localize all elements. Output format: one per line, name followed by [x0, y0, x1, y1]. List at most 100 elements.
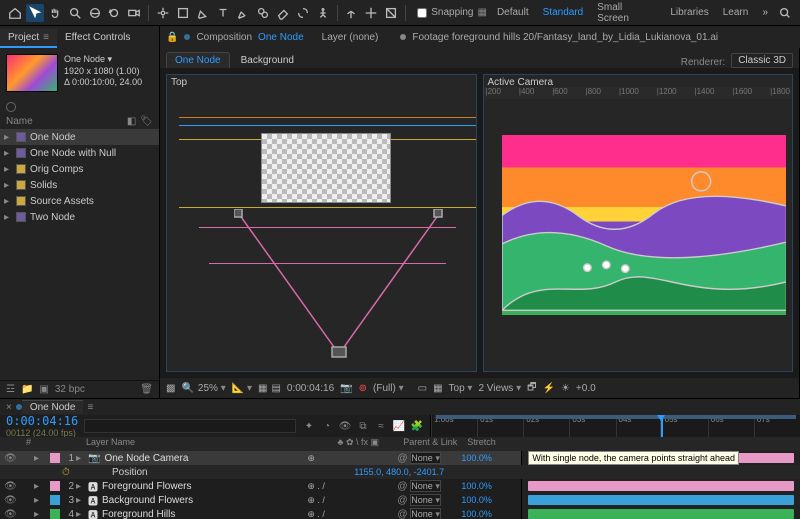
time-ruler[interactable]: 1:00s01s02s03s04s05s06s07s — [431, 415, 800, 437]
transparency-icon[interactable]: ▦ — [433, 383, 442, 394]
tl-shy-icon[interactable]: 👁 — [338, 419, 352, 433]
region-icon[interactable]: ▭ — [418, 383, 427, 394]
tab-project[interactable]: Project≡ — [0, 29, 57, 48]
project-item[interactable]: ▸Source Assets — [0, 193, 159, 209]
hand-tool-icon[interactable] — [46, 4, 64, 22]
work-area[interactable] — [435, 415, 797, 419]
tl-comp-flowchart-icon[interactable]: ✦ — [302, 419, 316, 433]
renderer-dropdown[interactable]: Classic 3D — [731, 53, 793, 68]
visibility-icon[interactable]: 👁 — [4, 495, 17, 506]
shape-tool-icon[interactable] — [174, 4, 192, 22]
zoom-dropdown[interactable]: 25% — [198, 383, 226, 394]
layer-row[interactable]: 👁 ▸ 4 ▸🅰Foreground Hills ⊕ . / @ None 10… — [0, 507, 800, 519]
parent-dropdown[interactable]: None — [410, 494, 441, 506]
view-dropdown[interactable]: Top — [449, 383, 473, 394]
axis-local-icon[interactable] — [343, 4, 361, 22]
guides-icon[interactable]: ▤ — [271, 383, 280, 394]
text-tool-icon[interactable] — [214, 4, 232, 22]
brush-tool-icon[interactable] — [234, 4, 252, 22]
col-parent[interactable]: Parent & Link — [403, 437, 467, 451]
project-item[interactable]: ▸Solids — [0, 177, 159, 193]
camera-tool-icon[interactable] — [125, 4, 143, 22]
pickwhip-icon[interactable]: @ — [397, 495, 407, 506]
new-comp-icon[interactable]: ▣ — [39, 384, 48, 395]
workspace-learn[interactable]: Learn — [717, 5, 755, 20]
label-swatch[interactable] — [50, 495, 60, 505]
viewport-active-camera[interactable]: Active Camera |200|400|600|800|1000|1200… — [483, 74, 794, 372]
snapshot-icon[interactable]: 📷 — [340, 383, 352, 394]
alpha-icon[interactable]: ▩ — [166, 383, 175, 394]
new-folder-icon[interactable]: 📁 — [21, 384, 33, 395]
label-swatch[interactable] — [50, 481, 60, 491]
workspace-small[interactable]: Small Screen — [591, 0, 662, 26]
magnify-icon[interactable]: 🔍 — [181, 383, 193, 394]
col-stretch[interactable]: Stretch — [467, 437, 527, 451]
res-dropdown[interactable]: (Full) — [373, 383, 404, 394]
snapping-toggle[interactable]: Snapping ▦ — [417, 7, 487, 18]
workspace-libraries[interactable]: Libraries — [664, 5, 714, 20]
tl-moblur-icon[interactable]: ≈ — [374, 419, 388, 433]
project-comp-name[interactable]: One Node ▾ — [64, 54, 153, 66]
exposure-icon[interactable]: ☀ — [561, 383, 570, 394]
project-item[interactable]: ▸Two Node — [0, 209, 159, 225]
project-list[interactable]: ▸One Node▸One Node with Null▸Orig Comps▸… — [0, 129, 159, 380]
pickwhip-icon[interactable]: @ — [397, 481, 407, 492]
project-col-label-icon[interactable]: 🏷 — [140, 116, 153, 127]
project-item[interactable]: ▸One Node with Null — [0, 145, 159, 161]
visibility-icon[interactable]: 👁 — [4, 453, 17, 464]
label-swatch[interactable] — [50, 453, 60, 463]
lock-icon[interactable]: 🔒 — [166, 32, 178, 43]
tl-graph-icon[interactable]: 📈 — [392, 419, 406, 433]
project-item[interactable]: ▸One Node — [0, 129, 159, 145]
pickwhip-icon[interactable]: @ — [397, 509, 407, 519]
property-row[interactable]: ⏱ Position 1155.0, 480.0, -2401.7 — [0, 465, 800, 479]
grid-icon[interactable]: ▦ — [258, 383, 267, 394]
selection-tool-icon[interactable] — [26, 4, 44, 22]
res-half-icon[interactable]: 📐 — [232, 383, 252, 394]
eraser-tool-icon[interactable] — [274, 4, 292, 22]
label-swatch[interactable] — [50, 509, 60, 519]
project-search-icon[interactable] — [6, 102, 16, 112]
preview-time[interactable]: 0:00:04:16 — [287, 383, 334, 394]
visibility-icon[interactable]: 👁 — [4, 481, 17, 492]
bpc-label[interactable]: 32 bpc — [55, 384, 85, 395]
clone-tool-icon[interactable] — [254, 4, 272, 22]
visibility-icon[interactable]: 👁 — [4, 509, 17, 519]
tab-effect-controls[interactable]: Effect Controls — [57, 29, 138, 48]
keyframe-stopwatch-icon[interactable]: ⏱ — [62, 467, 72, 478]
axis-world-icon[interactable] — [362, 4, 380, 22]
axis-view-icon[interactable] — [382, 4, 400, 22]
current-timecode[interactable]: 0:00:04:16 — [6, 414, 78, 428]
tl-brainstorm-icon[interactable]: 🧩 — [410, 419, 424, 433]
project-item[interactable]: ▸Orig Comps — [0, 161, 159, 177]
search-help-icon[interactable] — [776, 4, 794, 22]
project-col-type-icon[interactable]: ◧ — [127, 116, 136, 127]
channel-icon[interactable]: ⊚ — [359, 383, 367, 394]
timeline-search-input[interactable] — [84, 419, 296, 433]
layer-row[interactable]: 👁 ▸ 1 ▸📷One Node Camera ⊕ @ None 100.0% … — [0, 451, 800, 465]
fast-preview-icon[interactable]: ⚡ — [543, 383, 555, 394]
layer-row[interactable]: 👁 ▸ 2 ▸🅰Foreground Flowers ⊕ . / @ None … — [0, 479, 800, 493]
anchor-tool-icon[interactable] — [154, 4, 172, 22]
tl-frameblend-icon[interactable]: ⧉ — [356, 419, 370, 433]
workspace-standard[interactable]: Standard — [537, 5, 590, 20]
exposure-value[interactable]: +0.0 — [576, 383, 596, 394]
parent-dropdown[interactable]: None — [410, 480, 441, 492]
layer-row[interactable]: 👁 ▸ 3 ▸🅰Background Flowers ⊕ . / @ None … — [0, 493, 800, 507]
col-layer-name[interactable]: Layer Name — [86, 437, 313, 451]
current-time-indicator[interactable] — [660, 415, 663, 437]
view-tab-onenode[interactable]: One Node — [166, 52, 230, 68]
zoom-tool-icon[interactable] — [66, 4, 84, 22]
trash-icon[interactable]: 🗑 — [140, 384, 153, 395]
timeline-rows[interactable]: 👁 ▸ 1 ▸📷One Node Camera ⊕ @ None 100.0% … — [0, 451, 800, 519]
rotate-tool-icon[interactable] — [106, 4, 124, 22]
viewport-top[interactable]: Top — [166, 74, 477, 372]
orbit-tool-icon[interactable] — [86, 4, 104, 22]
view-tab-background[interactable]: Background — [232, 52, 303, 68]
col-switches[interactable]: ♣ ✿ \ fx ▣ — [313, 437, 403, 451]
workspace-default[interactable]: Default — [491, 5, 535, 20]
parent-dropdown[interactable]: None — [410, 508, 441, 519]
property-value[interactable]: 1155.0, 480.0, -2401.7 — [354, 467, 508, 477]
breadcrumb-comp[interactable]: One Node — [258, 32, 304, 43]
col-index[interactable]: # — [0, 437, 86, 451]
